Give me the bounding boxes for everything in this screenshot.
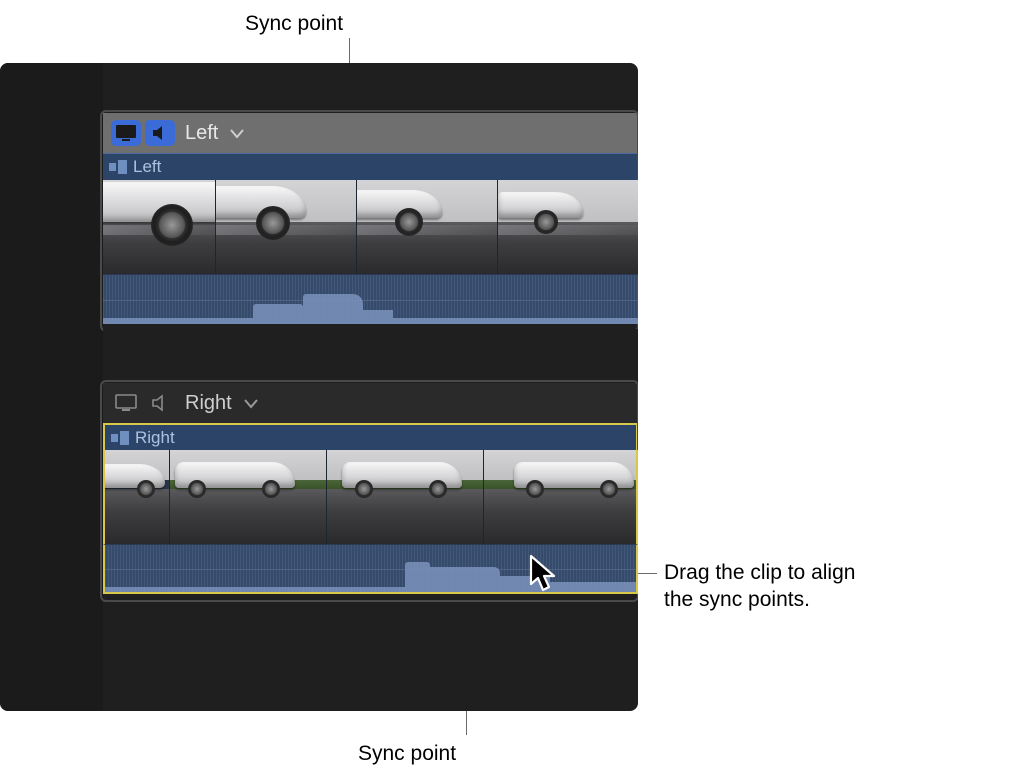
timeline-gutter (0, 63, 103, 711)
speaker-icon[interactable] (145, 120, 175, 146)
chevron-down-icon[interactable] (244, 399, 258, 409)
clip-icon (109, 160, 127, 174)
angle-gap (103, 329, 638, 353)
thumbnail (357, 180, 498, 274)
angle-name-right: Right (185, 392, 232, 415)
clip-label-left: Left (133, 157, 161, 177)
audio-lane-left[interactable] (103, 274, 638, 324)
angle-row-left: Left Left (103, 113, 638, 324)
thumbnail (103, 180, 216, 274)
monitor-icon[interactable] (111, 120, 141, 146)
clip-icon (111, 431, 129, 445)
angle-header-right[interactable]: Right (103, 383, 638, 423)
monitor-icon[interactable] (111, 390, 141, 416)
annotation-sync-bottom: Sync point (358, 740, 456, 767)
angle-editor-viewport: Left Left (0, 63, 638, 711)
thumbnail (498, 180, 638, 274)
angle-name-left: Left (185, 122, 218, 145)
clip-label-right: Right (135, 428, 175, 448)
annotation-sync-top: Sync point (245, 10, 343, 37)
chevron-down-icon[interactable] (230, 129, 244, 139)
thumbnail (216, 180, 357, 274)
filmstrip-right[interactable] (103, 450, 638, 544)
thumbnail (170, 450, 327, 544)
thumbnail (105, 450, 170, 544)
annotation-drag-hint: Drag the clip to align the sync points. (664, 559, 1004, 614)
filmstrip-left[interactable] (103, 180, 638, 274)
annotation-drag-line2: the sync points. (664, 588, 810, 611)
annotation-drag-line1: Drag the clip to align (664, 561, 855, 584)
clip-titlebar-left[interactable]: Left (103, 153, 638, 180)
thumbnail (484, 450, 638, 544)
angle-header-left[interactable]: Left (103, 113, 638, 153)
thumbnail (327, 450, 484, 544)
clip-titlebar-right[interactable]: Right (103, 423, 638, 450)
audio-lane-right[interactable] (103, 544, 638, 594)
speaker-icon[interactable] (145, 390, 175, 416)
angle-row-right: Right Right (103, 383, 638, 594)
